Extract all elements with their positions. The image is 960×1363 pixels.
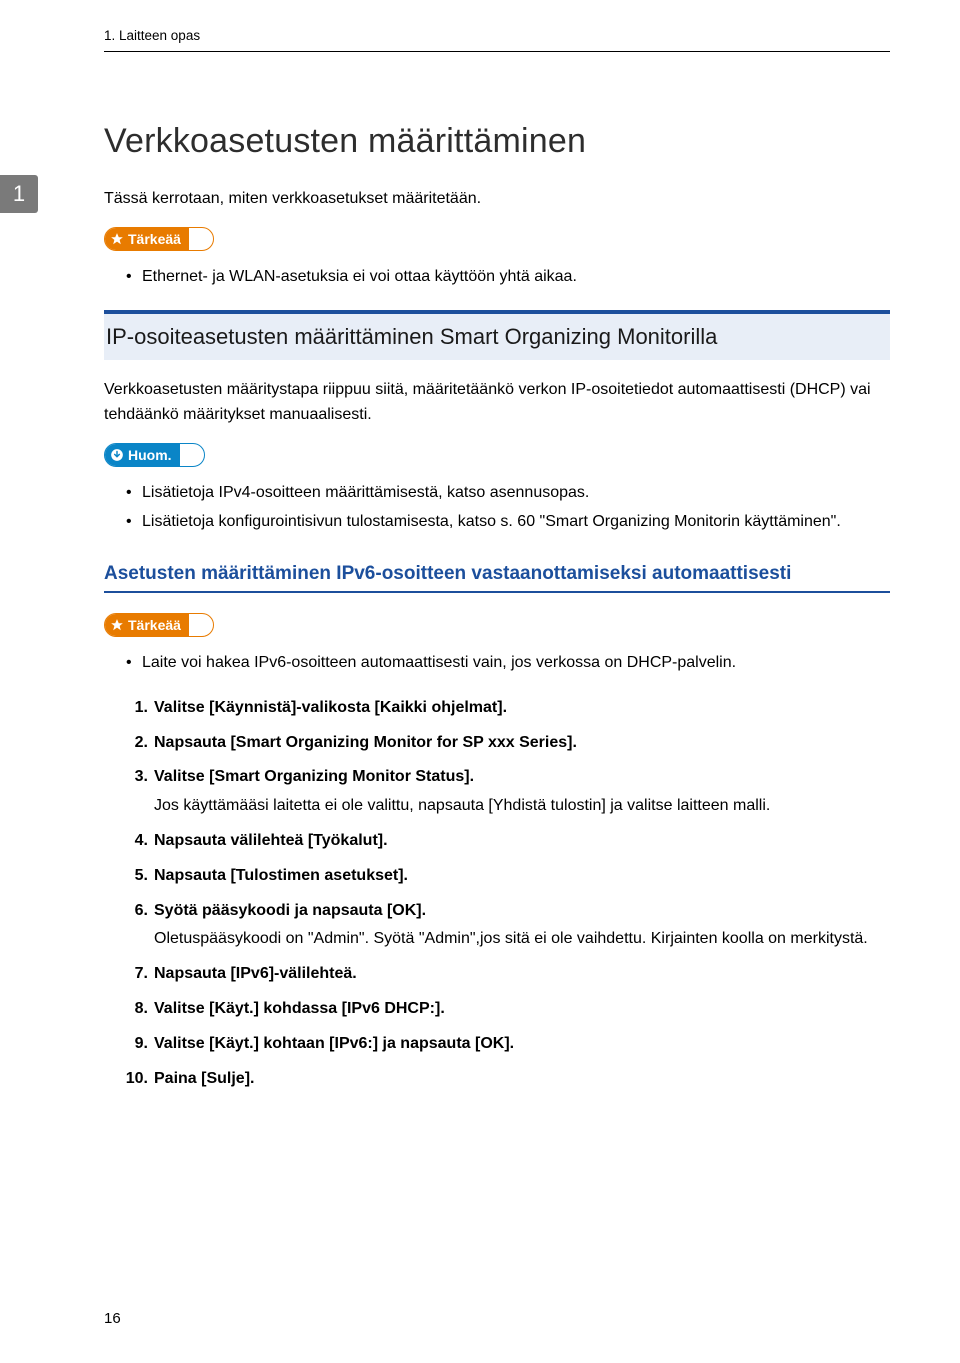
note-label: Huom. [128,447,172,463]
step-main: Napsauta [Smart Organizing Monitor for S… [154,734,577,751]
top-bullet-list: Ethernet- ja WLAN-asetuksia ei voi ottaa… [104,265,890,290]
step-main: Syötä pääsykoodi ja napsauta [OK]. [154,902,426,919]
step-item: Syötä pääsykoodi ja napsauta [OK]. Oletus… [126,899,890,953]
star-icon [109,232,124,247]
step-item: Valitse [Käynnistä]-valikosta [Kaikki oh… [126,696,890,721]
list-item: Ethernet- ja WLAN-asetuksia ei voi ottaa… [126,265,890,290]
important-badge: Tärkeää [104,227,214,251]
step-note: Oletuspääsykoodi on "Admin". Syötä "Admi… [154,927,890,952]
header-rule [104,51,890,52]
chapter-label: 1. Laitteen opas [104,0,890,51]
section-paragraph: Verkkoasetusten määritystapa riippuu sii… [104,378,890,428]
step-main: Valitse [Käyt.] kohtaan [IPv6:] ja napsa… [154,1035,514,1052]
step-main: Napsauta välilehteä [Työkalut]. [154,832,388,849]
subsection-heading: Asetusten määrittäminen IPv6-osoitteen v… [104,563,890,593]
list-item: Lisätietoja konfigurointisivun tulostami… [126,510,890,535]
step-item: Paina [Sulje]. [126,1067,890,1092]
step-main: Valitse [Käyt.] kohdassa [IPv6 DHCP:]. [154,1000,445,1017]
steps-list: Valitse [Käynnistä]-valikosta [Kaikki oh… [104,696,890,1092]
sub-bullet-list: Laite voi hakea IPv6-osoitteen automaatt… [104,651,890,676]
list-item: Laite voi hakea IPv6-osoitteen automaatt… [126,651,890,676]
note-bullet-list: Lisätietoja IPv4-osoitteen määrittämises… [104,481,890,535]
chapter-tab: 1 [0,175,38,213]
step-item: Valitse [Smart Organizing Monitor Status… [126,765,890,819]
step-note: Jos käyttämääsi laitetta ei ole valittu,… [154,794,890,819]
note-badge: Huom. [104,443,205,467]
important-label: Tärkeää [128,231,181,247]
step-main: Napsauta [Tulostimen asetukset]. [154,867,408,884]
section-heading: IP-osoiteasetusten määrittäminen Smart O… [104,314,890,360]
step-main: Valitse [Smart Organizing Monitor Status… [154,768,474,785]
step-item: Napsauta [IPv6]-välilehteä. [126,962,890,987]
arrow-down-icon [109,448,124,463]
list-item: Lisätietoja IPv4-osoitteen määrittämises… [126,481,890,506]
star-icon [109,617,124,632]
important-badge: Tärkeää [104,613,214,637]
step-main: Paina [Sulje]. [154,1070,254,1087]
step-item: Napsauta [Smart Organizing Monitor for S… [126,731,890,756]
step-item: Valitse [Käyt.] kohdassa [IPv6 DHCP:]. [126,997,890,1022]
step-main: Valitse [Käynnistä]-valikosta [Kaikki oh… [154,699,507,716]
intro-text: Tässä kerrotaan, miten verkkoasetukset m… [104,187,890,211]
important-label: Tärkeää [128,617,181,633]
step-main: Napsauta [IPv6]-välilehteä. [154,965,357,982]
step-item: Valitse [Käyt.] kohtaan [IPv6:] ja napsa… [126,1032,890,1057]
page-number: 16 [104,1310,121,1327]
step-item: Napsauta välilehteä [Työkalut]. [126,829,890,854]
page-title: Verkkoasetusten määrittäminen [104,122,890,161]
step-item: Napsauta [Tulostimen asetukset]. [126,864,890,889]
